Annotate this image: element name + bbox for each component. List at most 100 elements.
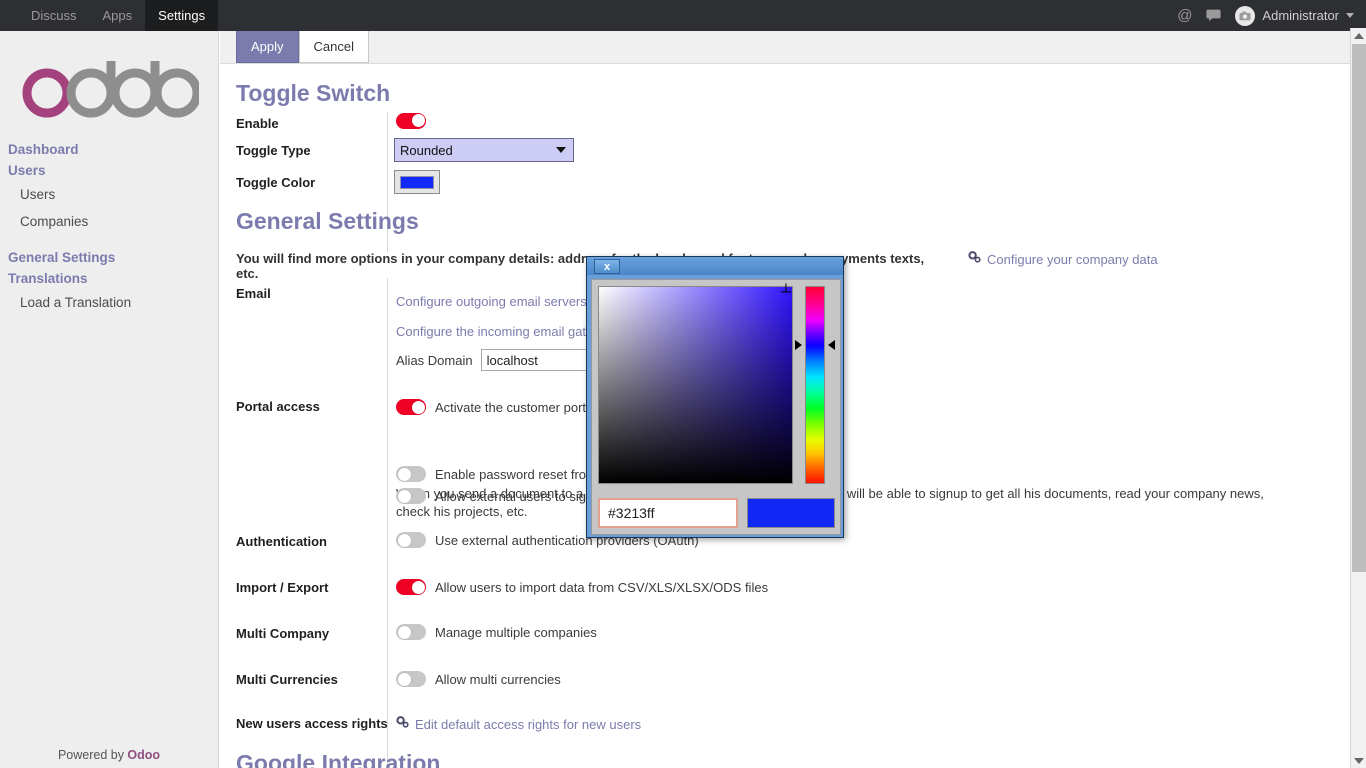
navbar-menu-list: Discuss Apps Settings [18,0,218,31]
powered-prefix: Powered by [58,748,127,762]
powered-brand: Odoo [127,748,160,762]
sidebar: Dashboard Users Users Companies General … [0,31,219,768]
chat-bubble-icon[interactable] [1206,9,1221,22]
label-toggle-type: Toggle Type [236,143,311,158]
toggle-knob [412,401,425,414]
toggle-knob [412,114,425,127]
navbar-right-tools: @ Administrator [1177,0,1366,31]
sidebar-item-general-settings[interactable]: General Settings [0,247,218,268]
sidebar-item-companies[interactable]: Companies [0,208,218,235]
label-email: Email [236,286,271,301]
field-multi-company: Manage multiple companies [396,624,597,640]
field-portal-activate: Activate the customer portal [396,399,596,415]
field-toggle-type: Rounded [394,138,574,162]
toggle-color-picker-button[interactable] [394,170,440,194]
hex-color-input[interactable] [598,498,738,528]
toggle-knob [398,534,411,547]
toggle-activate-customer-portal[interactable] [396,399,426,415]
field-divider-general [387,278,388,768]
label-multi-company-text: Manage multiple companies [435,625,597,640]
hue-marker-left-icon [795,340,802,350]
toggle-knob [398,490,411,503]
color-picker-body: ┴ [591,279,841,535]
field-multi-currencies: Allow multi currencies [396,671,561,687]
link-edit-default-access-rights-label: Edit default access rights for new users [415,717,641,732]
odoo-logo[interactable] [19,53,199,123]
nav-item-discuss[interactable]: Discuss [18,0,90,31]
toggle-knob [398,468,411,481]
section-title-toggle-switch: Toggle Switch [236,80,390,107]
sv-cursor-icon: ┴ [781,284,791,298]
link-configure-incoming-email[interactable]: Configure the incoming email gateway [396,324,616,339]
toggle-allow-import[interactable] [396,579,426,595]
gears-icon [396,715,409,733]
field-alias-domain: Alias Domain [396,349,601,371]
gears-icon [968,250,981,268]
close-icon[interactable]: x [594,259,620,274]
color-preview-swatch [747,498,835,528]
sidebar-item-users-group[interactable]: Users [0,160,218,181]
avatar [1235,6,1255,26]
label-allow-import: Allow users to import data from CSV/XLS/… [435,580,768,595]
toggle-multi-company[interactable] [396,624,426,640]
chevron-down-icon [1346,13,1354,18]
sidebar-item-dashboard[interactable]: Dashboard [0,139,218,160]
at-mention-icon[interactable]: @ [1177,8,1192,23]
select-toggle-type[interactable]: Rounded [394,138,574,162]
label-multi-company: Multi Company [236,626,329,641]
portal-description-line2: check his projects, etc. [396,504,528,519]
label-multi-currencies-text: Allow multi currencies [435,672,561,687]
cancel-button[interactable]: Cancel [299,31,369,63]
username-label: Administrator [1262,8,1339,23]
powered-by-footer: Powered by Odoo [0,748,218,762]
section-title-general-settings: General Settings [236,208,419,235]
saturation-value-area[interactable]: ┴ [598,286,793,484]
field-external-signup: Allow external users to sign up [396,488,611,504]
label-allow-external-signup: Allow external users to sign up [435,489,611,504]
label-import-export: Import / Export [236,580,328,595]
toggle-knob [412,581,425,594]
field-import-export: Allow users to import data from CSV/XLS/… [396,579,768,595]
apply-button[interactable]: Apply [236,31,299,63]
label-new-users-access-rights: New users access rights [236,716,388,731]
toggle-multi-currencies[interactable] [396,671,426,687]
sidebar-item-load-translation[interactable]: Load a Translation [0,289,218,316]
toggle-knob [398,673,411,686]
sidebar-item-users[interactable]: Users [0,181,218,208]
label-toggle-color: Toggle Color [236,175,315,190]
nav-item-settings[interactable]: Settings [145,0,218,31]
configure-company-data-link[interactable]: Configure your company data [968,250,1158,268]
label-authentication: Authentication [236,534,327,549]
toggle-color-swatch [400,176,434,189]
scroll-down-icon[interactable] [1351,753,1366,768]
label-alias-domain: Alias Domain [396,353,473,368]
label-multi-currencies: Multi Currencies [236,672,338,687]
alias-domain-input[interactable] [481,349,601,371]
toggle-knob [398,626,411,639]
toggle-external-auth[interactable] [396,532,426,548]
toggle-enable-password-reset[interactable] [396,466,426,482]
control-panel: Apply Cancel [220,31,1351,64]
sidebar-menu: Dashboard Users Users Companies General … [0,139,218,316]
sidebar-item-translations[interactable]: Translations [0,268,218,289]
hue-marker-right-icon [828,340,835,350]
color-picker-dialog: x ┴ [586,256,844,538]
section-title-google-integration: Google Integration [236,750,440,768]
vertical-scrollbar[interactable] [1350,28,1366,768]
field-toggle-color [394,170,440,194]
label-enable: Enable [236,116,279,131]
toggle-enable[interactable] [396,113,426,129]
scroll-up-icon[interactable] [1351,28,1366,43]
toggle-allow-external-signup[interactable] [396,488,426,504]
top-navbar: Discuss Apps Settings @ Administrator [0,0,1366,31]
color-picker-titlebar[interactable]: x [587,257,843,275]
user-menu[interactable]: Administrator [1235,6,1354,26]
configure-company-data-label: Configure your company data [987,252,1158,267]
nav-item-apps[interactable]: Apps [90,0,146,31]
link-edit-default-access-rights[interactable]: Edit default access rights for new users [396,715,641,733]
label-portal-access: Portal access [236,399,320,414]
label-activate-customer-portal: Activate the customer portal [435,400,596,415]
hue-strip[interactable] [805,286,825,484]
link-configure-outgoing-email[interactable]: Configure outgoing email servers [396,294,587,309]
scrollbar-thumb[interactable] [1352,44,1366,572]
